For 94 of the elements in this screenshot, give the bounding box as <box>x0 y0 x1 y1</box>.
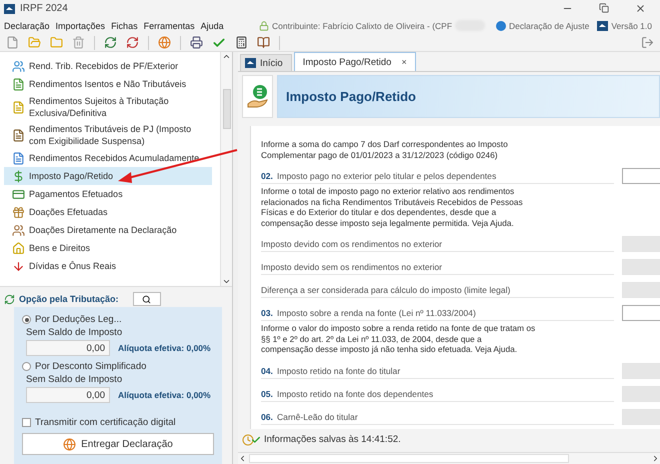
sidebar-item[interactable]: Doações Efetuadas <box>4 203 212 221</box>
search-button[interactable] <box>132 292 161 306</box>
checkbox-label: Transmitir com certificação digital <box>35 417 176 428</box>
calculator-icon[interactable] <box>235 36 248 49</box>
scroll-up-icon[interactable] <box>222 52 231 61</box>
sidebar-item[interactable]: Imposto Pago/Retido <box>4 167 212 185</box>
coin-hand-icon <box>246 84 268 110</box>
radio-button[interactable] <box>22 315 31 324</box>
sidebar-item-icon <box>12 100 25 114</box>
refresh-icon[interactable] <box>126 36 139 49</box>
tab-close-button[interactable]: × <box>401 57 407 67</box>
menu-item[interactable]: Importações <box>56 20 110 30</box>
sidebar-item[interactable]: Rendimentos Isentos e Não Tributáveis <box>4 75 212 93</box>
refresh-icon[interactable] <box>104 36 117 49</box>
sidebar-item[interactable]: Bens e Direitos <box>4 239 212 257</box>
clock-icon <box>242 434 254 446</box>
field-label: 04. Imposto retido na fonte do titular <box>261 366 614 378</box>
exit-icon[interactable] <box>641 36 654 49</box>
app-logo-icon <box>4 4 15 14</box>
scroll-left-icon[interactable] <box>238 454 247 463</box>
scroll-down-icon[interactable] <box>222 277 231 286</box>
globe-icon <box>63 438 76 450</box>
sidebar-item[interactable]: Dívidas e Ônus Reais <box>4 257 212 275</box>
sidebar-item-icon <box>12 128 25 142</box>
tax-option-title: Opção pela Tributação: <box>19 294 119 304</box>
sidebar-item-icon <box>12 260 25 272</box>
sidebar-item-icon <box>12 60 25 72</box>
radio-label: Por Desconto Simplificado <box>35 361 146 372</box>
book-icon[interactable] <box>257 36 270 49</box>
balance-label: Sem Saldo de Imposto <box>25 327 124 338</box>
sidebar-item[interactable]: Pagamentos Efetuados <box>4 185 212 203</box>
sidebar-item-icon <box>12 188 25 200</box>
scrollbar-thumb[interactable] <box>222 89 230 129</box>
menu-item[interactable]: Declaração <box>4 20 54 30</box>
submit-button[interactable]: Entregar Declaração <box>22 433 214 455</box>
sidebar-item[interactable]: Doações Diretamente na Declaração <box>4 221 212 239</box>
field-label: 02. Imposto pago no exterior pelo titular e pelos dependentes <box>261 171 614 184</box>
value-field[interactable]: 0,00 <box>26 340 110 356</box>
print-icon[interactable] <box>190 36 203 49</box>
check-icon[interactable] <box>212 36 226 50</box>
version-label: Versão 1.0 <box>611 20 652 30</box>
field-label: 06. Carnê-Leão do titular <box>261 412 614 424</box>
status-text: Informações salvas às 14:41:52. <box>264 434 401 445</box>
menu-item[interactable]: Ferramentas <box>144 20 199 30</box>
menu-item[interactable]: Fichas <box>111 20 142 30</box>
effective-rate: Alíquota efetiva: 0,00% <box>118 343 211 353</box>
field-description: Informe o total de imposto pago no exterior relativo aos rendimentos relacionados na ficha Rendimentos Tributáveis Recebidos de Pessoas Físicas e do Exterior do titular e dos dependentes, desde que a compensação desse imposto seja legalmente permitida. Veja Ajuda. <box>261 186 524 228</box>
check-icon <box>251 434 261 444</box>
window-title: IRPF 2024 <box>20 3 68 14</box>
sidebar-item-icon <box>12 206 25 218</box>
app-logo-icon <box>245 58 256 68</box>
new-file-icon[interactable] <box>6 36 19 49</box>
menu-item[interactable]: Ajuda <box>200 20 228 30</box>
globe-icon[interactable] <box>158 36 171 49</box>
field-description: Informe a soma do campo 7 dos Darf correspondentes ao Imposto Complementar pago de 01/01/2023 a 31/12/2023 (código 0246) <box>261 139 509 160</box>
input-field[interactable] <box>622 305 660 321</box>
sidebar-item-icon <box>12 170 25 182</box>
field-label: 05. Imposto retido na fonte dos dependentes <box>261 388 614 402</box>
open-folder-icon[interactable] <box>28 36 41 49</box>
sidebar-item-icon <box>12 78 25 90</box>
field-label: Diferença a ser considerada para cálculo do imposto (limite legal) <box>261 285 614 298</box>
radio-button[interactable] <box>22 362 31 371</box>
close-icon[interactable] <box>635 3 646 14</box>
checkbox[interactable] <box>22 418 31 427</box>
sidebar-item[interactable]: Rendimentos Sujeitos à Tributação Exclusiva/Definitiva <box>4 93 212 121</box>
tab[interactable]: Imposto Pago/Retido × <box>294 52 416 71</box>
page-title: Imposto Pago/Retido <box>277 75 660 118</box>
restore-icon[interactable] <box>599 3 609 13</box>
field-description: Informe o valor do imposto sobre a renda retido na fonte de que tratam os §§ 1º e 2º do art. 2º da Lei nº 11.033, de 2004, desde que a compensação desse imposto já não tenha sido efetuada. Veja Ajuda. <box>261 323 536 354</box>
lock-icon <box>259 20 270 30</box>
sidebar-item-icon <box>12 152 25 164</box>
app-logo-icon <box>597 20 608 30</box>
field-label: Imposto devido sem os rendimentos no exterior <box>261 262 614 275</box>
radio-label: Por Deduções Leg... <box>35 314 122 325</box>
folder-icon[interactable] <box>50 36 63 49</box>
value-field[interactable]: 0,00 <box>26 387 110 403</box>
contributor-label: Contribuinte: Fabrício Calixto de Oliveira - (CPF <box>272 20 452 30</box>
scroll-right-icon[interactable] <box>651 454 660 463</box>
arrows-icon <box>4 294 15 304</box>
effective-rate: Alíquota efetiva: 0,00% <box>118 390 211 400</box>
field-label: 03. Imposto sobre a renda na fonte (Lei nº 11.033/2004) <box>261 308 614 321</box>
search-icon <box>142 294 152 304</box>
field-label: Imposto devido com os rendimentos no exterior <box>261 239 614 252</box>
sidebar-item[interactable]: Rend. Trib. Recebidos de PF/Exterior <box>4 57 212 75</box>
sidebar-item[interactable]: Rendimentos Recebidos Acumuladamente <box>4 149 212 167</box>
input-field[interactable] <box>622 168 660 184</box>
balance-label: Sem Saldo de Imposto <box>25 374 124 385</box>
sidebar-item-icon <box>12 224 25 236</box>
sidebar-item-icon <box>12 242 25 254</box>
trash-icon[interactable] <box>72 36 85 49</box>
sidebar-item[interactable]: Rendimentos Tributáveis de PJ (Imposto com Exigibilidade Suspensa) <box>4 121 212 149</box>
declaration-type: Declaração de Ajuste <box>509 20 590 30</box>
tab[interactable]: Início <box>240 54 292 71</box>
scrollbar-thumb[interactable] <box>249 454 569 463</box>
